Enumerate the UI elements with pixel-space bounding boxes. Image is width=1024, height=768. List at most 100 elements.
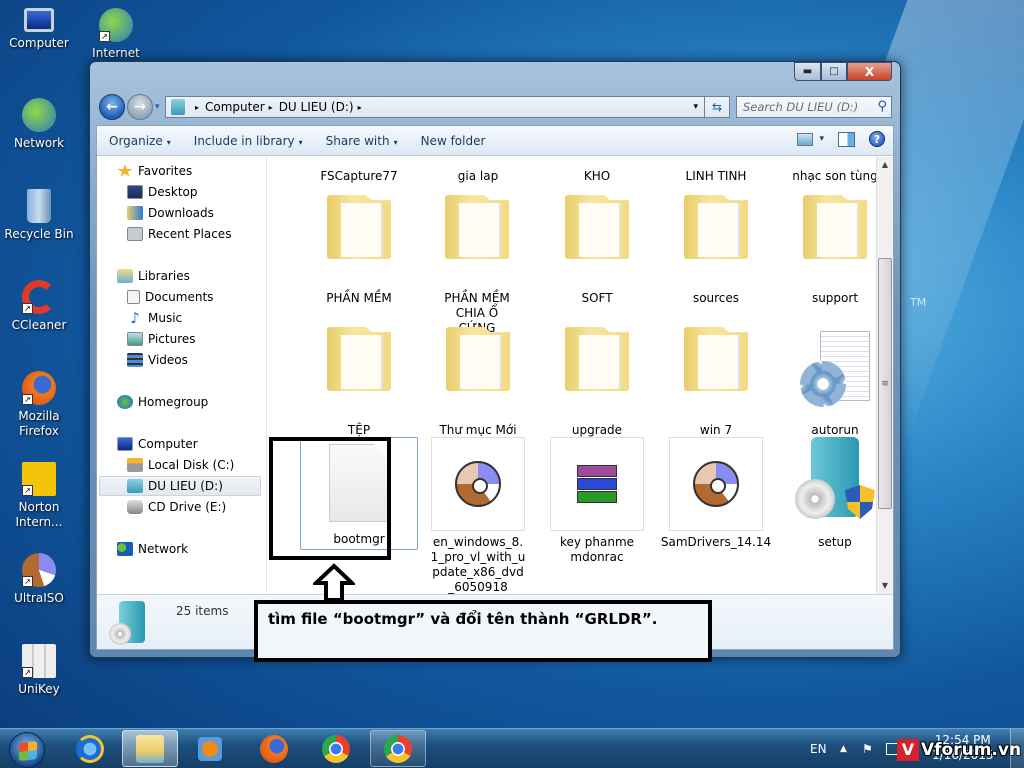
nav-computer[interactable]: Computer [117,434,198,454]
search-input[interactable]: Search DU LIEU (D:) ⚲ [736,96,892,118]
nav-network[interactable]: Network [117,539,188,559]
minimize-button[interactable]: ▬ [794,62,821,81]
help-icon[interactable]: ? [869,131,885,147]
desktop-icon-label: UltraISO [14,591,64,605]
nav-pictures[interactable]: Pictures [127,329,196,349]
file-item[interactable]: upgrade [538,321,656,438]
desktop-icon-internet[interactable]: ↗ Internet [78,8,154,61]
start-button[interactable] [9,732,45,768]
breadcrumb-separator[interactable]: ▸ [195,103,199,112]
file-item[interactable]: win 7 [657,321,775,438]
file-item[interactable]: SOFT [538,189,656,306]
address-dropdown-icon[interactable]: ▾ [693,102,698,112]
music-note-icon: ♪ [130,309,140,327]
show-hidden-icons-button[interactable]: ▲ [840,744,847,754]
share-with-label: Share with [325,133,390,148]
internet-download-manager-icon: ↗ [99,8,133,42]
view-options-dropdown[interactable]: ▾ [819,134,824,144]
new-folder-button[interactable]: New folder [409,134,497,148]
file-item[interactable]: setup [776,437,876,550]
file-item[interactable]: autorun [776,321,876,438]
nav-homegroup[interactable]: Homegroup [117,392,208,412]
file-item[interactable]: en_windows_8.1_pro_vl_with_update_x86_dv… [419,437,537,594]
ultraiso-icon: ↗ [22,553,56,587]
firefox-icon [260,734,288,763]
highlight-box-bootmgr [269,437,391,560]
desktop-icon-label: Mozilla Firefox [18,409,60,438]
nav-cd-drive-e[interactable]: CD Drive (E:) [127,497,226,517]
nav-libraries[interactable]: Libraries [117,266,190,286]
file-item[interactable]: gia lap [419,157,537,184]
breadcrumb-computer[interactable]: Computer [205,100,265,114]
file-item[interactable]: PHẦN MỀM CHIA Ổ CỨNG [419,189,535,336]
file-label: SamDrivers_14.14 [660,535,772,549]
file-item[interactable]: FSCapture77 [300,157,418,184]
nav-label: Music [148,311,183,325]
scrollbar-thumb[interactable]: ≡ [878,258,892,509]
file-label: gia lap [457,169,499,183]
file-item[interactable]: TỆP [300,321,418,438]
file-item[interactable]: Thư mục Mới [419,321,537,438]
file-item[interactable]: SamDrivers_14.14 [657,437,775,550]
change-view-icon[interactable] [797,132,814,146]
share-with-button[interactable]: Share with ▾ [314,134,409,148]
file-item[interactable]: sources [657,189,775,306]
nav-du-lieu-d[interactable]: DU LIEU (D:) [99,476,261,496]
file-item[interactable]: key phanmemdonrac [538,437,656,565]
scroll-up-button[interactable]: ▲ [877,157,893,173]
nav-favorites[interactable]: Favorites [117,161,192,181]
taskbar-windows-media-player[interactable] [182,730,238,767]
breadcrumb-separator[interactable]: ▸ [269,103,273,112]
navigation-bar: ← → ▾ ▸ Computer ▸ DU LIEU (D:) ▸ ▾ ⇆ Se… [98,94,892,120]
drive-icon [127,479,143,493]
nav-recent-places[interactable]: Recent Places [127,224,231,244]
folder-icon [657,157,775,169]
file-item[interactable]: PHẦN MỀM [300,189,418,306]
refresh-button[interactable]: ⇆ [705,96,730,118]
nav-documents[interactable]: Documents [127,287,213,307]
desktop-icon-firefox[interactable]: ↗ Mozilla Firefox [1,371,77,439]
desktop-icon-recycle-bin[interactable]: Recycle Bin [1,189,77,242]
back-button[interactable]: ← [99,94,125,120]
nav-downloads[interactable]: Downloads [127,203,214,223]
desktop-icon-ccleaner[interactable]: ↗ CCleaner [1,280,77,333]
breadcrumb-separator[interactable]: ▸ [358,103,362,112]
desktop-icon-computer[interactable]: Computer [1,8,77,51]
desktop-icon-norton[interactable]: ↗ Norton Intern... [1,462,77,530]
file-label: PHẦN MỀM [326,291,392,305]
file-item[interactable]: support [776,189,876,306]
desktop-icon-ultraiso[interactable]: ↗ UltraISO [1,553,77,606]
preview-pane-icon[interactable] [838,131,855,147]
show-desktop-button[interactable] [1010,729,1024,768]
taskbar-windows-explorer[interactable] [122,730,178,767]
nav-music[interactable]: ♪ Music [127,308,182,328]
language-indicator[interactable]: EN [810,742,827,756]
forward-button[interactable]: → [127,94,153,120]
breadcrumb-du-lieu[interactable]: DU LIEU (D:) [279,100,354,114]
taskbar-chrome-window[interactable] [370,730,426,767]
include-in-library-button[interactable]: Include in library ▾ [182,134,314,148]
nav-local-disk-c[interactable]: Local Disk (C:) [127,455,234,475]
address-bar[interactable]: ▸ Computer ▸ DU LIEU (D:) ▸ ▾ [165,96,705,118]
recycle-bin-icon [27,189,51,223]
annotation-callout: tìm file “bootmgr” và đổi tên thành “GRL… [254,600,712,662]
recent-pages-dropdown[interactable]: ▾ [155,102,160,112]
organize-label: Organize [109,133,163,148]
taskbar-chrome[interactable] [308,730,364,767]
close-button[interactable]: X [847,62,892,81]
desktop-icon-unikey[interactable]: ↗ UniKey [1,644,77,697]
desktop-icon-network[interactable]: Network [1,98,77,151]
file-item[interactable]: nhạc son tùng [776,157,876,184]
taskbar-internet-explorer[interactable] [62,730,118,767]
maximize-button[interactable]: □ [821,62,847,81]
action-center-icon[interactable]: ⚑ [862,742,873,756]
nav-desktop[interactable]: Desktop [127,182,198,202]
vertical-scrollbar[interactable]: ▲ ≡ ▼ [876,157,893,594]
file-item[interactable]: KHO [538,157,656,184]
taskbar-firefox[interactable] [246,730,302,767]
search-icon[interactable]: ⚲ [877,99,887,114]
organize-button[interactable]: Organize ▾ [97,134,182,148]
nav-videos[interactable]: Videos [127,350,188,370]
scroll-down-button[interactable]: ▼ [877,578,893,594]
file-item[interactable]: LINH TINH [657,157,775,184]
